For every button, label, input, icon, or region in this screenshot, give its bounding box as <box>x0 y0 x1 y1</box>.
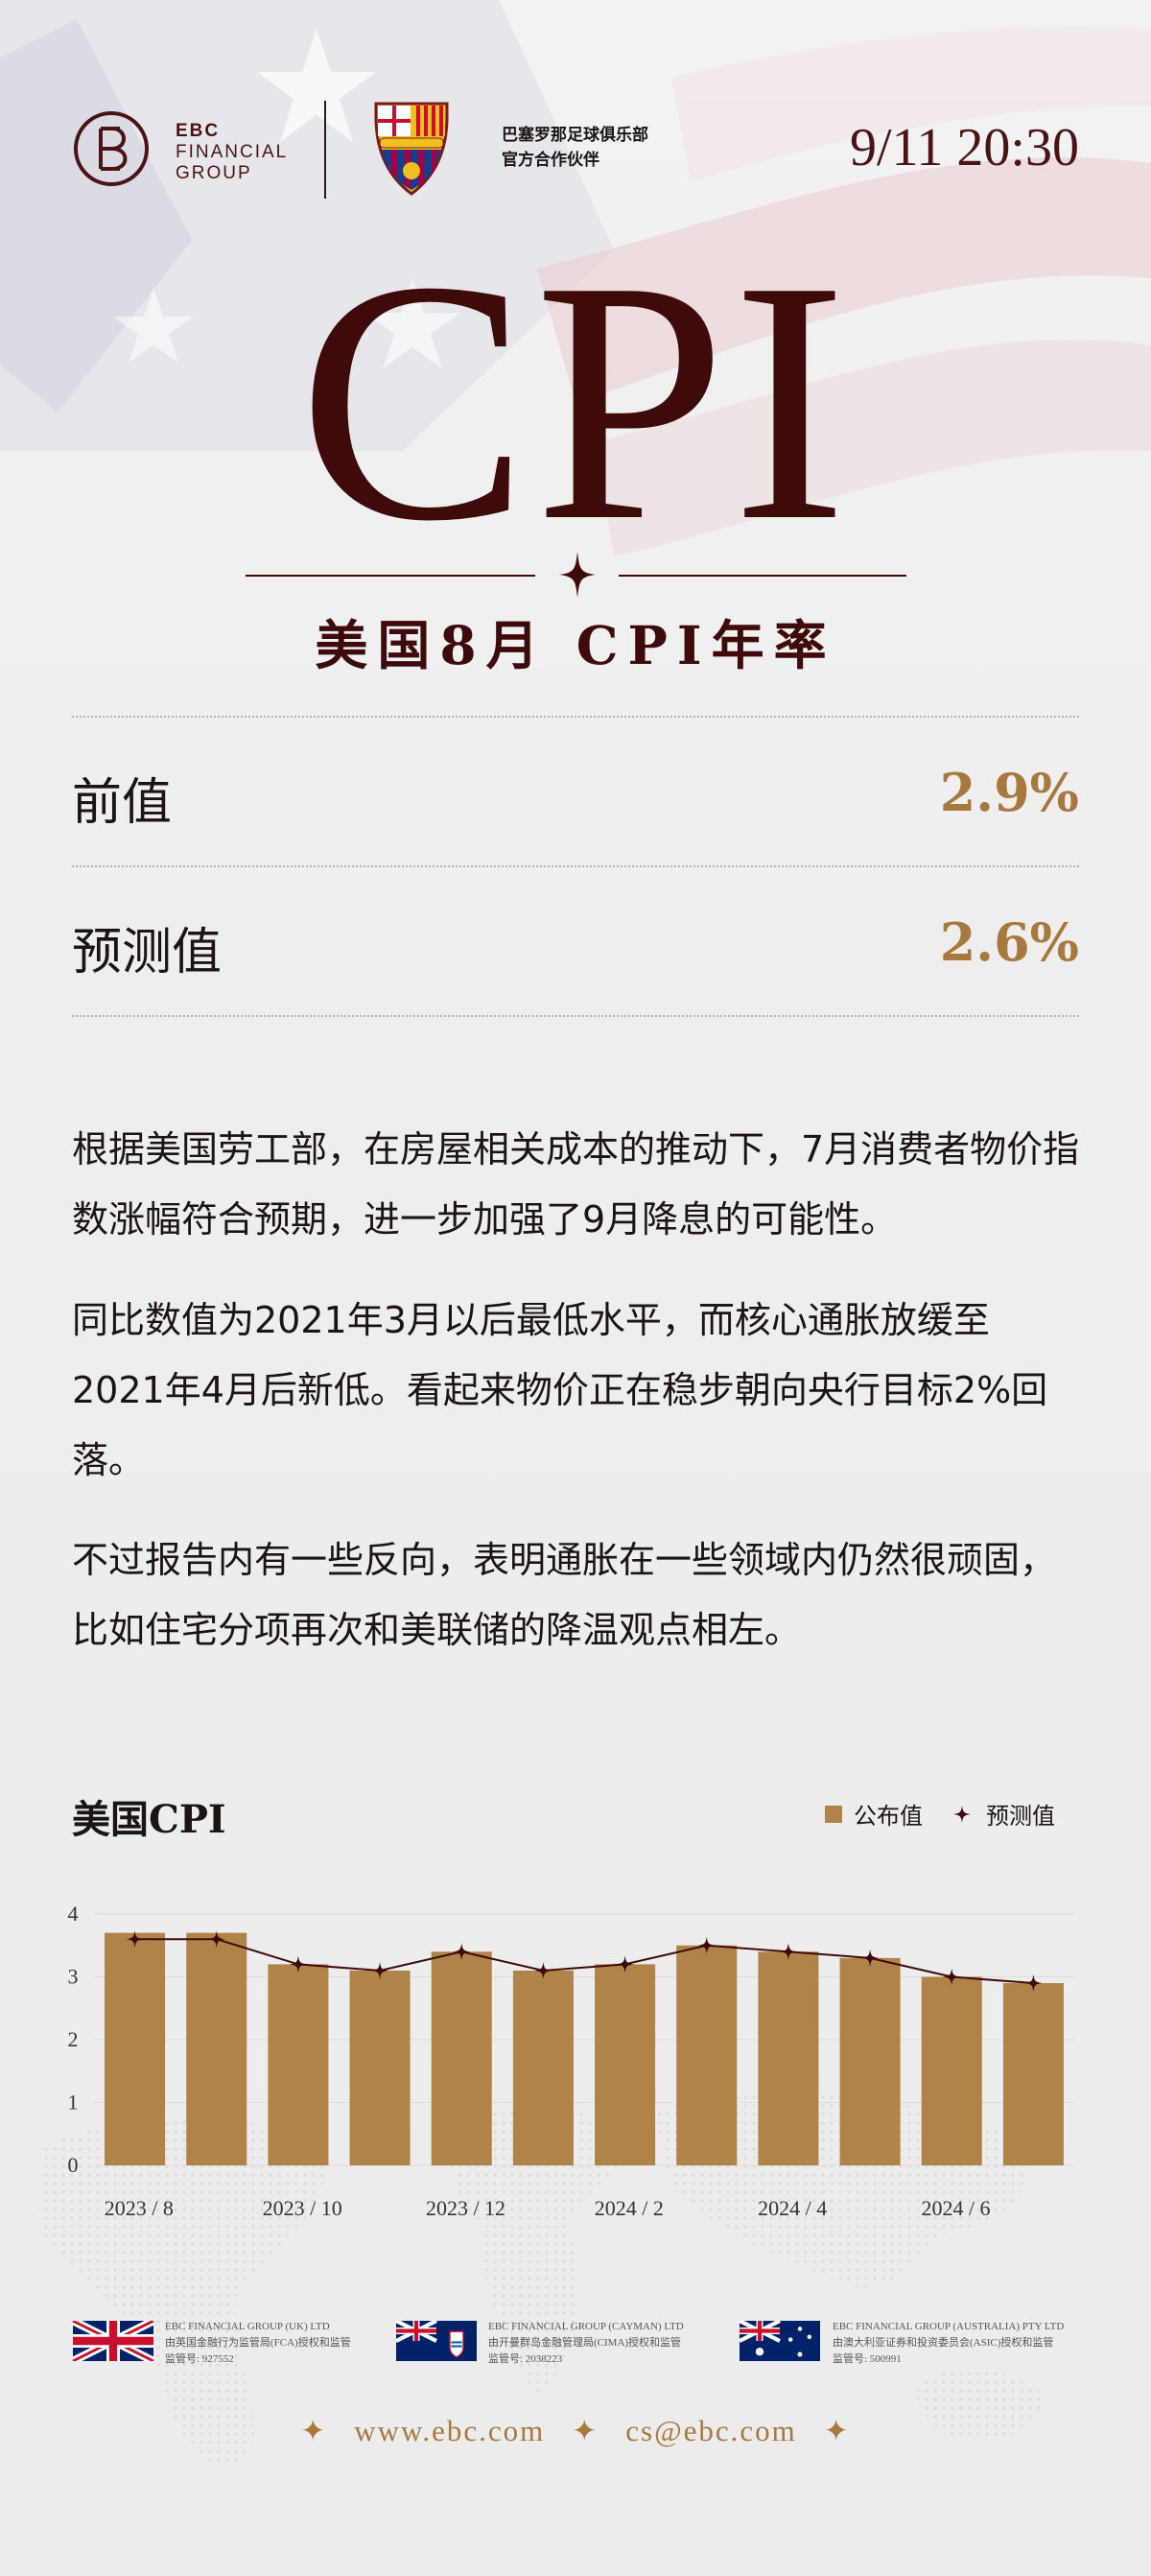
bar-2024/3 <box>676 1945 738 2165</box>
bar-2024/4 <box>758 1951 819 2165</box>
hero-rule-right <box>619 575 906 577</box>
release-datetime: 9/11 20:30 <box>849 118 1079 177</box>
bar-2024/7 <box>1002 1983 1064 2165</box>
partner-line-2: 官方合作伙伴 <box>502 151 599 170</box>
legend-bar-swatch <box>825 1805 842 1823</box>
bar-2024/1 <box>512 1970 574 2165</box>
x-tick-label: 2024 / 6 <box>921 2196 990 2220</box>
sparkle-icon: ✦ <box>572 2414 599 2447</box>
y-tick-label: 2 <box>68 2027 79 2051</box>
bar-2024/2 <box>595 1964 656 2165</box>
legend-item-published: 公布值 <box>825 1797 923 1831</box>
body-paragraph-1: 根据美国劳工部，在房屋相关成本的推动下，7月消费者物价指数涨幅符合预期，进一步加… <box>72 1128 1080 1241</box>
legend-label-forecast: 预测值 <box>986 1803 1055 1830</box>
stats-divider-middle <box>72 865 1079 867</box>
ebc-monogram-icon <box>74 111 149 186</box>
hero-rule-left <box>246 575 535 577</box>
contact-bar: ✦ www.ebc.com ✦ cs@ebc.com ✦ <box>0 2414 1151 2448</box>
stats-divider-top <box>72 716 1079 718</box>
partner-line-1: 巴塞罗那足球俱乐部 <box>502 126 648 145</box>
y-tick-label: 0 <box>68 2153 79 2177</box>
y-tick-label: 4 <box>68 1902 79 1926</box>
brand-line-3: GROUP <box>176 163 252 183</box>
sparkle-icon: ✦ <box>300 2414 328 2447</box>
email-link[interactable]: cs@ebc.com <box>625 2414 797 2447</box>
body-paragraph-2: 同比数值为2021年3月以后最低水平，而核心通胀放缓至2021年4月后新低。看起… <box>72 1299 1048 1481</box>
x-tick-label: 2023 / 8 <box>105 2196 174 2220</box>
brand-line-1: EBC <box>176 121 221 141</box>
x-tick-label: 2024 / 2 <box>595 2196 664 2220</box>
bar-2023/11 <box>349 1970 411 2165</box>
x-tick-label: 2023 / 10 <box>263 2196 342 2220</box>
header-divider <box>324 101 326 199</box>
legend-line-marker-icon <box>953 1805 971 1823</box>
bar-2023/9 <box>186 1932 247 2165</box>
y-tick-label: 3 <box>68 1965 79 1989</box>
brand-line-2: FINANCIAL <box>176 142 289 162</box>
stat-value-forecast: 2.6% <box>939 911 1079 973</box>
hero-title: CPI <box>297 209 854 592</box>
chart-title: 美国CPI <box>72 1797 226 1842</box>
bar-2024/5 <box>839 1957 901 2165</box>
body-paragraph-3: 不过报告内有一些反向，表明通胀在一些领域内仍然很顽固，比如住宅分项再次和美联储的… <box>72 1539 1057 1651</box>
stat-value-previous: 2.9% <box>939 762 1079 823</box>
partner-text: 巴塞罗那足球俱乐部 官方合作伙伴 <box>502 123 648 173</box>
stat-label-forecast: 预测值 <box>72 924 223 981</box>
x-tick-label: 2023 / 12 <box>426 2196 505 2220</box>
bar-2023/10 <box>268 1964 329 2165</box>
stats-divider-bottom <box>72 1015 1079 1017</box>
sparkle-icon: ✦ <box>823 2414 851 2447</box>
legend-label-published: 公布值 <box>854 1803 923 1830</box>
bar-2024/6 <box>921 1976 982 2165</box>
y-tick-label: 1 <box>68 2091 79 2115</box>
website-link[interactable]: www.ebc.com <box>354 2414 545 2447</box>
cpi-bar-chart: 0 1 2 3 4 2023 / 8 2023 / 10 2023 / 12 2024 / 2 2… <box>68 1902 1074 2220</box>
sparkle-icon <box>559 552 596 598</box>
hero-subtitle: 美国8月 CPI年率 <box>315 614 836 676</box>
fc-barcelona-crest-icon <box>374 102 449 196</box>
bar-2023/12 <box>431 1951 492 2165</box>
stat-label-previous: 前值 <box>72 774 173 832</box>
legend-item-forecast: 预测值 <box>948 1797 1055 1831</box>
chart-legend: 公布值 预测值 <box>825 1797 1080 1831</box>
ebc-logo: EBC FINANCIAL GROUP <box>72 106 293 201</box>
bar-2023/8 <box>105 1932 166 2165</box>
x-tick-label: 2024 / 4 <box>758 2196 827 2220</box>
